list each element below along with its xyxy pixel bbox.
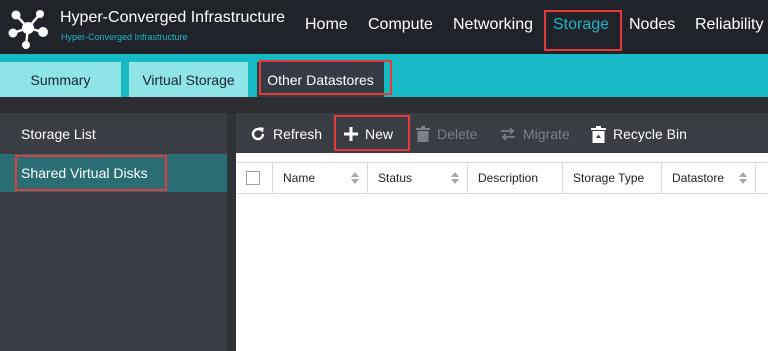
nav-home[interactable]: Home [305, 16, 348, 34]
new-button[interactable]: New [344, 124, 393, 144]
nav-networking[interactable]: Networking [453, 16, 533, 34]
column-label: Datastore [672, 171, 725, 185]
app-subtitle: Hyper-Converged Infrastructure [61, 32, 188, 42]
refresh-icon [251, 127, 265, 141]
migrate-button[interactable]: Migrate [500, 124, 570, 144]
column-header-datastore[interactable]: Datastore [662, 163, 756, 193]
tab-summary[interactable]: Summary [0, 62, 121, 97]
recycle-bin-icon [591, 125, 606, 143]
column-header-description[interactable]: Description [468, 163, 563, 193]
table-header: Name Status Description Storage Type Dat… [236, 162, 768, 194]
refresh-label: Refresh [273, 126, 323, 142]
nav-compute[interactable]: Compute [368, 16, 433, 34]
migrate-arrows-icon [501, 127, 515, 141]
sidebar-item-storage-list[interactable]: Storage List [0, 115, 227, 153]
column-header-status[interactable]: Status [368, 163, 468, 193]
nav-nodes[interactable]: Nodes [629, 16, 675, 34]
sort-icon[interactable] [739, 172, 747, 184]
nav-reliability[interactable]: Reliability [695, 16, 763, 34]
column-label: Description [478, 171, 539, 185]
trash-icon [416, 126, 430, 142]
sidebar: Storage List Shared Virtual Disks [0, 113, 227, 351]
column-label: Storage Type [573, 171, 645, 185]
column-label: Name [283, 171, 316, 185]
table-body [236, 194, 768, 351]
migrate-label: Migrate [523, 126, 570, 142]
delete-button[interactable]: Delete [416, 124, 477, 144]
app-title: Hyper-Converged Infrastructure [60, 9, 285, 26]
top-bar: Hyper-Converged Infrastructure Hyper-Con… [0, 0, 768, 54]
recycle-bin-label: Recycle Bin [613, 126, 687, 142]
separator [0, 97, 768, 113]
sort-icon[interactable] [351, 172, 359, 184]
refresh-button[interactable]: Refresh [250, 124, 322, 144]
nav-storage[interactable]: Storage [553, 16, 609, 34]
column-header-storage-type[interactable]: Storage Type [563, 163, 662, 193]
new-label: New [365, 126, 394, 142]
tab-virtual-storage[interactable]: Virtual Storage [129, 62, 248, 97]
plus-icon [344, 127, 358, 141]
column-label: Status [378, 171, 413, 185]
network-nodes-icon[interactable] [6, 6, 50, 50]
recycle-bin-button[interactable]: Recycle Bin [591, 124, 687, 144]
select-all-checkbox[interactable] [246, 171, 260, 185]
tab-strip: Summary Virtual Storage Other Datastores [0, 54, 768, 97]
sidebar-item-shared-virtual-disks[interactable]: Shared Virtual Disks [0, 154, 227, 192]
select-all-cell [236, 163, 273, 193]
column-header-name[interactable]: Name [273, 163, 368, 193]
sort-icon[interactable] [451, 172, 459, 184]
main-content: Refresh New Delete Migrate Recycle Bin N… [236, 113, 768, 351]
tab-other-datastores[interactable]: Other Datastores [257, 62, 384, 97]
toolbar: Refresh New Delete Migrate Recycle Bin [236, 113, 768, 153]
delete-label: Delete [437, 126, 478, 142]
